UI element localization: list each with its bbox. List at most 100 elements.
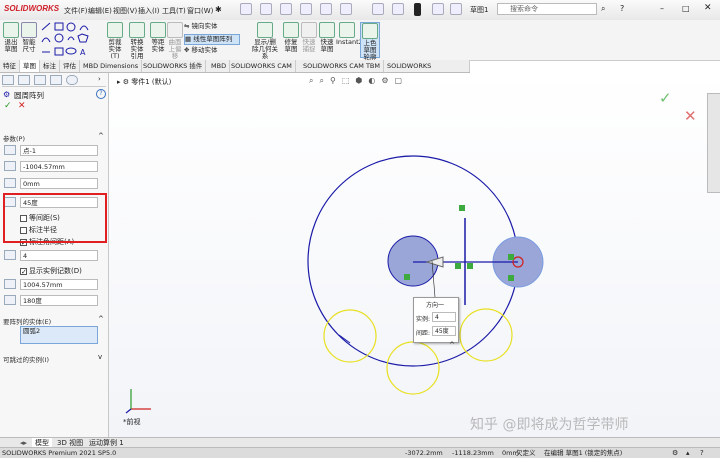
- tab-features[interactable]: 特征: [0, 60, 20, 72]
- tab-cam[interactable]: SOLIDWORKS CAM: [228, 60, 296, 72]
- mirror-entities-button[interactable]: ⇋ 镜向实体: [184, 22, 244, 31]
- skip-section-label: 可跳过的实例(I): [3, 356, 49, 364]
- offset-surface-icon: [167, 22, 183, 38]
- relation-icon-horizontal[interactable]: [455, 263, 461, 269]
- collapse-entities-icon[interactable]: ^: [98, 315, 104, 323]
- center-point-field[interactable]: 点-1: [20, 145, 98, 156]
- callout-collapse-icon[interactable]: ^: [449, 341, 455, 349]
- rapid-sketch-button[interactable]: 快速草图: [318, 22, 336, 53]
- linear-pattern-button[interactable]: ▦ 线性草图阵列: [184, 34, 240, 45]
- exit-sketch-icon: [3, 22, 19, 38]
- file-properties-icon[interactable]: [432, 3, 444, 15]
- help-icon[interactable]: ?: [620, 4, 624, 13]
- close-icon[interactable]: ✕: [704, 3, 712, 13]
- rapid-snap-button[interactable]: 快速捕捉: [300, 22, 318, 53]
- show-count-checkbox[interactable]: 显示实例记数(D): [20, 266, 82, 276]
- tab-evaluate[interactable]: 评估: [60, 60, 80, 72]
- tab-inspection[interactable]: SOLIDWORKS Inspection: [384, 60, 470, 82]
- ok-check-icon[interactable]: ✓: [4, 101, 12, 111]
- relation-icon-equal[interactable]: [508, 275, 514, 281]
- menu-tools[interactable]: 工具(T): [162, 6, 186, 16]
- tab-sketch[interactable]: 草图: [20, 60, 40, 72]
- home-icon[interactable]: [240, 3, 252, 15]
- smart-dimension-icon: [21, 22, 37, 38]
- display-manager-icon[interactable]: [66, 75, 78, 85]
- search-icon[interactable]: ⌕: [601, 4, 605, 14]
- circular-pattern-icon: ⚙: [3, 90, 11, 99]
- radius-icon: [4, 279, 16, 289]
- menu-insert[interactable]: 插入(I): [138, 6, 160, 16]
- save-icon[interactable]: [300, 3, 312, 15]
- relation-icon-vertical[interactable]: [467, 263, 473, 269]
- menu-window[interactable]: 窗口(W): [187, 6, 213, 16]
- minimize-icon[interactable]: –: [660, 4, 664, 13]
- pattern-instance-bottom[interactable]: [386, 341, 440, 395]
- maximize-icon[interactable]: □: [682, 4, 690, 13]
- arc-angle-field[interactable]: 180度: [20, 295, 98, 306]
- tab-cam-tbm[interactable]: SOLIDWORKS CAM TBM: [300, 60, 384, 72]
- relation-icon-tangent[interactable]: [508, 254, 514, 260]
- menu-view[interactable]: 视图(V): [113, 6, 137, 16]
- options-gear-icon[interactable]: [450, 3, 462, 15]
- help-icon[interactable]: ?: [96, 89, 106, 99]
- tab-markup[interactable]: 标注: [40, 60, 60, 72]
- shaded-contours-button[interactable]: 上色草图轮廓: [360, 22, 380, 61]
- sketch-entity-icons[interactable]: A: [40, 22, 102, 58]
- radius-field[interactable]: 1004.57mm: [20, 279, 98, 290]
- pin-icon[interactable]: ✱: [215, 5, 222, 14]
- entity-item[interactable]: 圆弧2: [23, 327, 40, 335]
- tab-mbd[interactable]: MBD: [208, 60, 231, 72]
- pattern-instance-left[interactable]: [323, 309, 377, 363]
- trim-entities-button[interactable]: 剪裁实体(T): [106, 22, 124, 60]
- print-icon[interactable]: [320, 3, 332, 15]
- open-icon[interactable]: [280, 3, 292, 15]
- convert-entities-button[interactable]: 转换实体引用: [128, 22, 146, 60]
- relation-icon-fixed[interactable]: [459, 205, 465, 211]
- instance-axis[interactable]: [338, 334, 351, 344]
- exit-sketch-button[interactable]: 退出草图: [2, 22, 20, 53]
- tab-solidworks-addins[interactable]: SOLIDWORKS 插件: [140, 60, 207, 72]
- graphics-area[interactable]: ▸ ⚙ 零件1 (默认) ⌕⌕⚲⬚⬢◐⚙▢ ✓ ✕ 方向一 实例: 4 间距: …: [109, 73, 720, 437]
- x-coordinate-field[interactable]: -1004.57mm: [20, 161, 98, 172]
- panel-arrow-icon[interactable]: ›: [98, 75, 101, 83]
- relation-icon-coincident[interactable]: [404, 274, 410, 280]
- feature-tree-icon[interactable]: [2, 75, 14, 85]
- rebuild-icon[interactable]: [392, 3, 404, 15]
- sketch-tools-grid[interactable]: A: [40, 22, 102, 58]
- traffic-light-icon[interactable]: [414, 3, 421, 16]
- sketch-svg[interactable]: [109, 73, 720, 437]
- pattern-callout[interactable]: 方向一 实例: 4 间距: 45度: [413, 297, 459, 343]
- menu-edit[interactable]: 编辑(E): [88, 6, 112, 16]
- expand-skip-icon[interactable]: v: [98, 353, 102, 361]
- display-relations-button[interactable]: 显示/删除几何关系: [252, 22, 278, 60]
- pattern-instance-right[interactable]: [459, 308, 513, 362]
- title-bar: SOLIDWORKS 文件(F) 编辑(E) 视图(V) 插入(I) 工具(T)…: [0, 0, 720, 21]
- show-count-box[interactable]: [20, 267, 27, 275]
- instant2d-button[interactable]: Instant2D: [336, 22, 368, 46]
- instances-field[interactable]: 4: [20, 250, 98, 261]
- cancel-x-icon[interactable]: ✕: [18, 101, 26, 111]
- offset-on-surface-button[interactable]: 曲面上偏移: [166, 22, 184, 60]
- tab-mbd-dimensions[interactable]: MBD Dimensions: [80, 60, 143, 72]
- solidworks-logo: SOLIDWORKS: [4, 4, 60, 13]
- command-tabs: 特征 草图 标注 评估 MBD Dimensions SOLIDWORKS 插件…: [0, 60, 470, 82]
- offset-entities-button[interactable]: 等距实体: [149, 22, 167, 53]
- undo-icon[interactable]: [340, 3, 352, 15]
- property-manager-icon[interactable]: [18, 75, 30, 85]
- collapse-params-icon[interactable]: ^: [98, 132, 104, 140]
- move-entities-button[interactable]: ✥ 移动实体: [184, 46, 244, 55]
- callout-spacing-field[interactable]: 45度: [432, 326, 456, 336]
- config-manager-icon[interactable]: [34, 75, 46, 85]
- dimxpert-icon[interactable]: [50, 75, 62, 85]
- menu-file[interactable]: 文件(F): [64, 6, 88, 16]
- params-section-label: 参数(P): [3, 135, 25, 143]
- select-icon[interactable]: [372, 3, 384, 15]
- y-coordinate-field[interactable]: 0mm: [20, 178, 98, 189]
- entities-list[interactable]: 圆弧2: [20, 326, 98, 344]
- smart-dimension-button[interactable]: 智能尺寸: [20, 22, 38, 53]
- callout-instances-field[interactable]: 4: [432, 312, 456, 322]
- tab-nav-arrows[interactable]: ◂▸: [20, 439, 27, 447]
- new-document-icon[interactable]: [260, 3, 272, 15]
- search-input[interactable]: 搜索命令: [497, 3, 597, 15]
- repair-sketch-button[interactable]: 修复草图: [282, 22, 300, 53]
